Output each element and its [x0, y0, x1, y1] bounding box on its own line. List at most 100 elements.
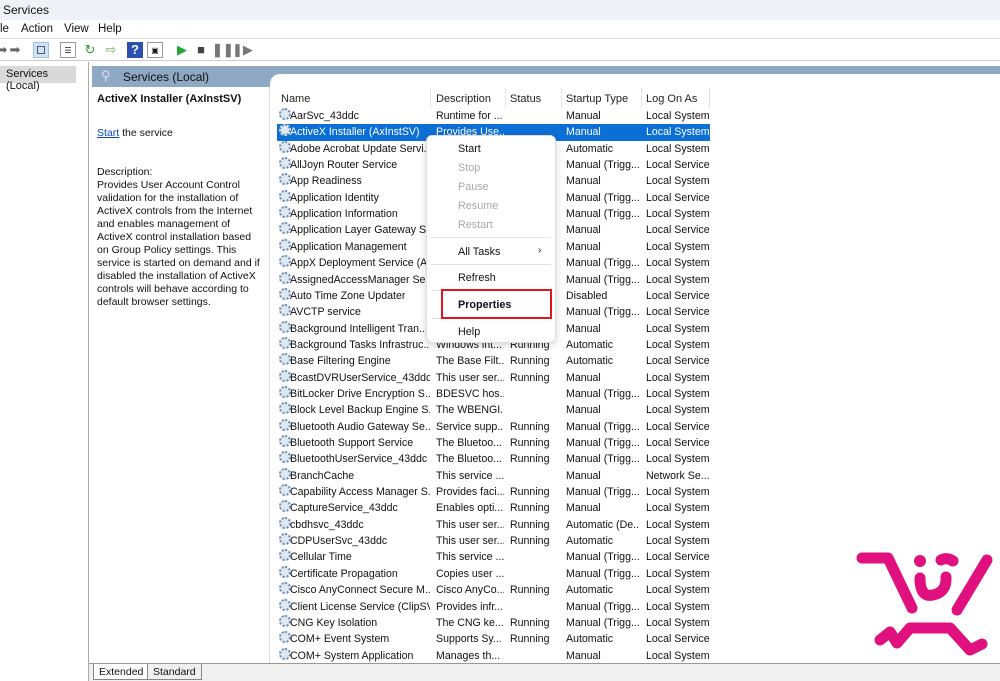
cell-log-on-as: Local Service [646, 191, 710, 204]
menu-action[interactable]: Action [21, 23, 53, 35]
cell-log-on-as: Local System [646, 240, 710, 253]
menu-item-restart: Restart [458, 219, 493, 231]
show-hide-console-tree-icon[interactable]: ​ [33, 42, 49, 58]
table-row[interactable]: Capability Access Manager S... Provides f… [277, 484, 710, 500]
cell-status: Running [510, 584, 550, 597]
cell-log-on-as: Local Service [646, 420, 710, 433]
service-description: Provides User Account Control validation… [97, 179, 260, 308]
toolbar: ➡ ➡ ​ ☰ ↻ ⇨ ? ▣ ▶ ■ ❚❚ ❚▶ [0, 39, 1000, 61]
cell-log-on-as: Local System [646, 322, 710, 335]
show-hide-action-pane-icon[interactable]: ▣ [147, 42, 163, 58]
table-row[interactable]: CDPUserSvc_43ddc This user ser... Running A… [277, 533, 710, 549]
cell-startup-type: Automatic [566, 355, 614, 368]
cell-log-on-as: Local System [646, 535, 710, 548]
table-row[interactable]: BluetoothUserService_43ddc The Bluetoo...… [277, 451, 710, 467]
cell-name: AVCTP service [290, 306, 361, 319]
table-row[interactable]: Cellular Time This service ... Manual (Tri… [277, 549, 710, 565]
description-label: Description: [97, 166, 153, 178]
column-header-description[interactable]: Description [436, 93, 491, 105]
cell-name: BcastDVRUserService_43ddc [290, 371, 430, 384]
tab-standard[interactable]: Standard [147, 664, 202, 680]
cell-name: Adobe Acrobat Update Servi... [290, 142, 430, 155]
cell-name: BluetoothUserService_43ddc [290, 453, 428, 466]
table-row[interactable]: BitLocker Drive Encryption S... BDESVC ho… [277, 385, 710, 402]
table-row[interactable]: BcastDVRUserService_43ddc This user ser..… [277, 369, 710, 386]
column-header-startup-type[interactable]: Startup Type [566, 93, 628, 105]
properties-icon[interactable]: ☰ [60, 42, 76, 58]
brand-logo [856, 552, 993, 656]
cell-log-on-as: Local System [646, 486, 710, 499]
menu-item-resume: Resume [458, 200, 499, 212]
cell-description: Provides faci... [436, 486, 504, 499]
cell-name: Background Tasks Infrastruc... [290, 338, 430, 351]
cell-startup-type: Manual (Trigg... [566, 420, 640, 433]
cell-log-on-as: Local System [646, 453, 710, 466]
table-row[interactable]: Bluetooth Support Service The Bluetoo... R… [277, 435, 710, 451]
cell-status: Running [510, 371, 550, 384]
stop-service-icon[interactable]: ■ [193, 42, 209, 58]
table-row[interactable]: AarSvc_43ddc Runtime for ... Manual Local S… [277, 108, 710, 124]
cell-startup-type: Manual [566, 469, 601, 482]
column-header-name[interactable]: Name [281, 93, 310, 105]
cell-name: CaptureService_43ddc [290, 502, 398, 515]
menu-item-start[interactable]: Start [458, 143, 481, 155]
cell-startup-type: Manual (Trigg... [566, 159, 640, 172]
cell-status: Running [510, 633, 550, 646]
cell-name: Bluetooth Support Service [290, 437, 414, 449]
table-row[interactable]: COM+ System Application Manages th... Manu… [277, 647, 710, 664]
tab-extended[interactable]: Extended [93, 664, 150, 680]
table-row[interactable]: Cisco AnyConnect Secure M... Cisco AnyCo.… [277, 582, 710, 598]
cell-name: AppX Deployment Service (A... [290, 257, 430, 270]
start-service-icon[interactable]: ▶ [174, 42, 190, 58]
table-row[interactable]: COM+ Event System Supports Sy... Running Au… [277, 631, 710, 647]
cell-name: Base Filtering Engine [290, 355, 391, 368]
cell-log-on-as: Local System [646, 175, 710, 188]
cell-description: Manages th... [436, 649, 501, 662]
restart-service-icon[interactable]: ❚▶ [232, 42, 253, 58]
menu-item-all-tasks[interactable]: All Tasks [458, 246, 500, 258]
menu-help[interactable]: Help [98, 23, 122, 35]
cell-description: This user ser... [436, 518, 504, 531]
help-icon[interactable]: ? [127, 42, 143, 58]
cell-description: This user ser... [436, 535, 504, 548]
column-header-log-on-as[interactable]: Log On As [646, 93, 697, 105]
cell-name: AarSvc_43ddc [290, 110, 359, 122]
cell-name: Cellular Time [290, 551, 352, 564]
forward-arrow-icon[interactable]: ➡ [7, 42, 23, 58]
tree-item-services-local[interactable]: Services (Local) [0, 66, 76, 92]
cell-startup-type: Manual (Trigg... [566, 257, 640, 270]
menu-file[interactable]: le [0, 23, 9, 35]
cell-description: Supports Sy... [436, 633, 502, 646]
cell-startup-type: Manual (Trigg... [566, 616, 640, 629]
menu-item-help[interactable]: Help [458, 326, 480, 338]
menu-item-stop: Stop [458, 162, 481, 174]
table-row[interactable]: BranchCache This service ... Manual Network… [277, 467, 710, 484]
cell-status: Running [510, 420, 550, 433]
cell-description: This service ... [436, 551, 504, 564]
refresh-icon[interactable]: ↻ [82, 42, 98, 58]
export-list-icon[interactable]: ⇨ [103, 42, 119, 58]
cell-name: BranchCache [290, 469, 355, 482]
cell-log-on-as: Local System [646, 600, 710, 613]
table-row[interactable]: Certificate Propagation Copies user ... Ma… [277, 565, 710, 582]
cell-startup-type: Manual [566, 322, 601, 335]
table-row[interactable]: Base Filtering Engine The Base Filt... Run… [277, 353, 710, 369]
cell-description: This service ... [436, 469, 504, 482]
table-row[interactable]: cbdhsvc_43ddc This user ser... Running Auto… [277, 516, 710, 533]
table-row[interactable]: Client License Service (ClipSV... Provide… [277, 598, 710, 615]
cell-status: Running [510, 486, 550, 499]
pause-service-icon[interactable]: ❚❚ [212, 42, 234, 58]
cell-status: Running [510, 437, 550, 449]
cell-name: Capability Access Manager S... [290, 486, 430, 499]
menu-item-refresh[interactable]: Refresh [458, 272, 496, 284]
column-header-status[interactable]: Status [510, 93, 541, 105]
cell-startup-type: Manual (Trigg... [566, 600, 640, 613]
cell-startup-type: Automatic [566, 633, 614, 646]
menu-view[interactable]: View [64, 23, 89, 35]
cell-log-on-as: Local Service [646, 551, 710, 564]
table-row[interactable]: Bluetooth Audio Gateway Se... Service sup… [277, 418, 710, 435]
table-row[interactable]: CaptureService_43ddc Enables opti... Runni… [277, 500, 710, 516]
start-service-link[interactable]: Start [97, 127, 119, 139]
table-row[interactable]: CNG Key Isolation The CNG ke... Running Man… [277, 614, 710, 631]
table-row[interactable]: Block Level Backup Engine S... The WBENGI… [277, 402, 710, 418]
